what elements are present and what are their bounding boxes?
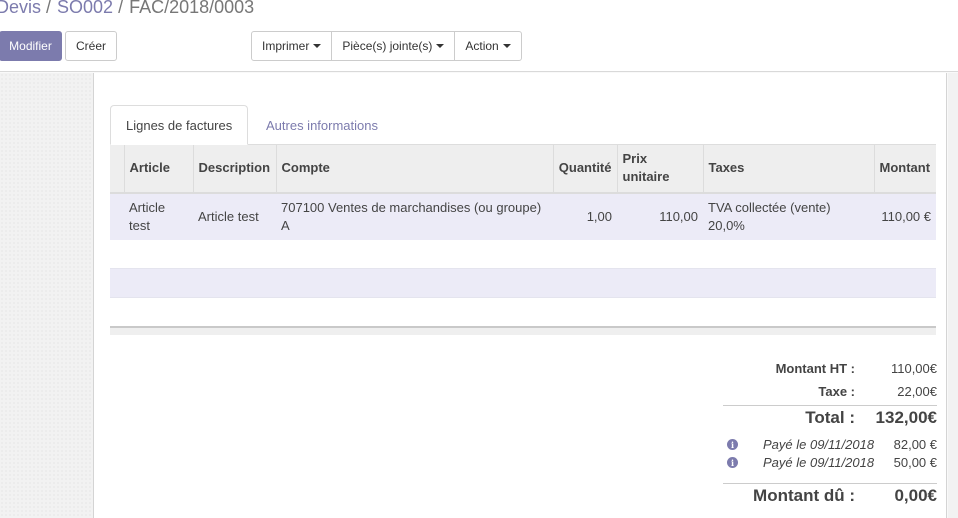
breadcrumb-item-quotations[interactable]: Devis <box>0 0 41 17</box>
edit-button[interactable]: Modifier <box>0 31 62 61</box>
form-sheet: Lignes de factures Autres informations A… <box>93 73 947 518</box>
cell-unit-price: 110,00 <box>617 192 703 240</box>
empty-row <box>110 268 936 298</box>
cell-taxes: TVA collectée (vente) 20,0% <box>703 192 874 240</box>
breadcrumb-separator: / <box>118 0 124 17</box>
cell-description: Article test <box>193 192 276 240</box>
handle-column-header <box>110 144 124 194</box>
amount-due-value: 0,00€ <box>894 486 937 505</box>
column-header-description[interactable]: Description <box>192 144 276 194</box>
tax-label: Taxe : <box>818 384 855 399</box>
cell-amount: 110,00 € <box>874 192 936 240</box>
attachments-label: Pièce(s) jointe(s) <box>342 39 433 53</box>
action-button-group: Imprimer Pièce(s) jointe(s) Action <box>251 31 522 61</box>
tab-other-info[interactable]: Autres informations <box>251 105 393 145</box>
payment-line: i Payé le 09/11/2018 50,00 € <box>723 455 937 473</box>
breadcrumb-current: FAC/2018/0003 <box>129 0 255 17</box>
amount-due-label: Montant dû : <box>753 486 855 505</box>
total-label: Total : <box>805 408 855 427</box>
column-header-unit-price[interactable]: Prix unitaire <box>616 144 703 194</box>
tax-value: 22,00€ <box>897 384 937 399</box>
untaxed-amount-value: 110,00€ <box>890 361 937 376</box>
payment-label: Payé le 09/11/2018 <box>763 455 875 470</box>
column-header-account[interactable]: Compte <box>275 144 553 194</box>
untaxed-amount-row: Montant HT : 110,00€ <box>776 361 937 376</box>
payment-amount: 82,00 € <box>893 437 937 452</box>
cell-article: Article test <box>124 192 193 240</box>
info-icon[interactable]: i <box>727 439 738 450</box>
breadcrumb-separator: / <box>46 0 52 17</box>
left-gutter <box>0 73 93 518</box>
amount-due-divider <box>723 483 937 484</box>
caret-down-icon <box>436 44 445 48</box>
table-footer-row <box>110 325 936 335</box>
cell-quantity: 1,00 <box>553 192 617 240</box>
total-value: 132,00€ <box>875 408 937 427</box>
payment-label: Payé le 09/11/2018 <box>763 437 875 452</box>
empty-row <box>110 239 936 269</box>
column-header-article[interactable]: Article <box>123 144 193 194</box>
action-dropdown-button[interactable]: Action <box>454 31 522 61</box>
row-handle <box>110 192 124 240</box>
amount-due-row: Montant dû : 0,00€ <box>753 486 937 506</box>
cell-account: 707100 Ventes de marchandises (ou groupe… <box>276 192 553 240</box>
table-header-row: Article Description Compte Quantité Prix… <box>110 144 936 194</box>
action-label: Action <box>465 39 499 53</box>
print-label: Imprimer <box>262 39 310 53</box>
caret-down-icon <box>313 44 322 48</box>
untaxed-amount-label: Montant HT : <box>775 361 855 376</box>
right-gutter <box>948 73 958 518</box>
totals-divider <box>723 405 937 406</box>
print-dropdown-button[interactable]: Imprimer <box>251 31 333 61</box>
caret-down-icon <box>502 44 511 48</box>
empty-row <box>110 297 936 327</box>
control-panel: Devis / SO002 / FAC/2018/0003 Modifier Créer… <box>0 0 958 72</box>
breadcrumb: Devis / SO002 / FAC/2018/0003 <box>0 0 254 18</box>
create-button[interactable]: Créer <box>65 31 117 61</box>
payment-line: i Payé le 09/11/2018 82,00 € <box>723 437 937 455</box>
column-header-quantity[interactable]: Quantité <box>552 144 617 194</box>
breadcrumb-item-sale-order[interactable]: SO002 <box>57 0 113 17</box>
table-row[interactable]: Article test Article test 707100 Ventes … <box>110 192 936 240</box>
attachments-dropdown-button[interactable]: Pièce(s) jointe(s) <box>331 31 456 61</box>
tab-invoice-lines[interactable]: Lignes de factures <box>110 105 248 145</box>
total-row: Total : 132,00€ <box>805 408 937 428</box>
payment-amount: 50,00 € <box>893 455 937 470</box>
tax-row: Taxe : 22,00€ <box>818 384 937 399</box>
column-header-taxes[interactable]: Taxes <box>702 144 874 194</box>
invoice-lines-table: Article Description Compte Quantité Prix… <box>110 144 936 335</box>
column-header-amount[interactable]: Montant <box>873 144 936 194</box>
info-icon[interactable]: i <box>727 457 738 468</box>
